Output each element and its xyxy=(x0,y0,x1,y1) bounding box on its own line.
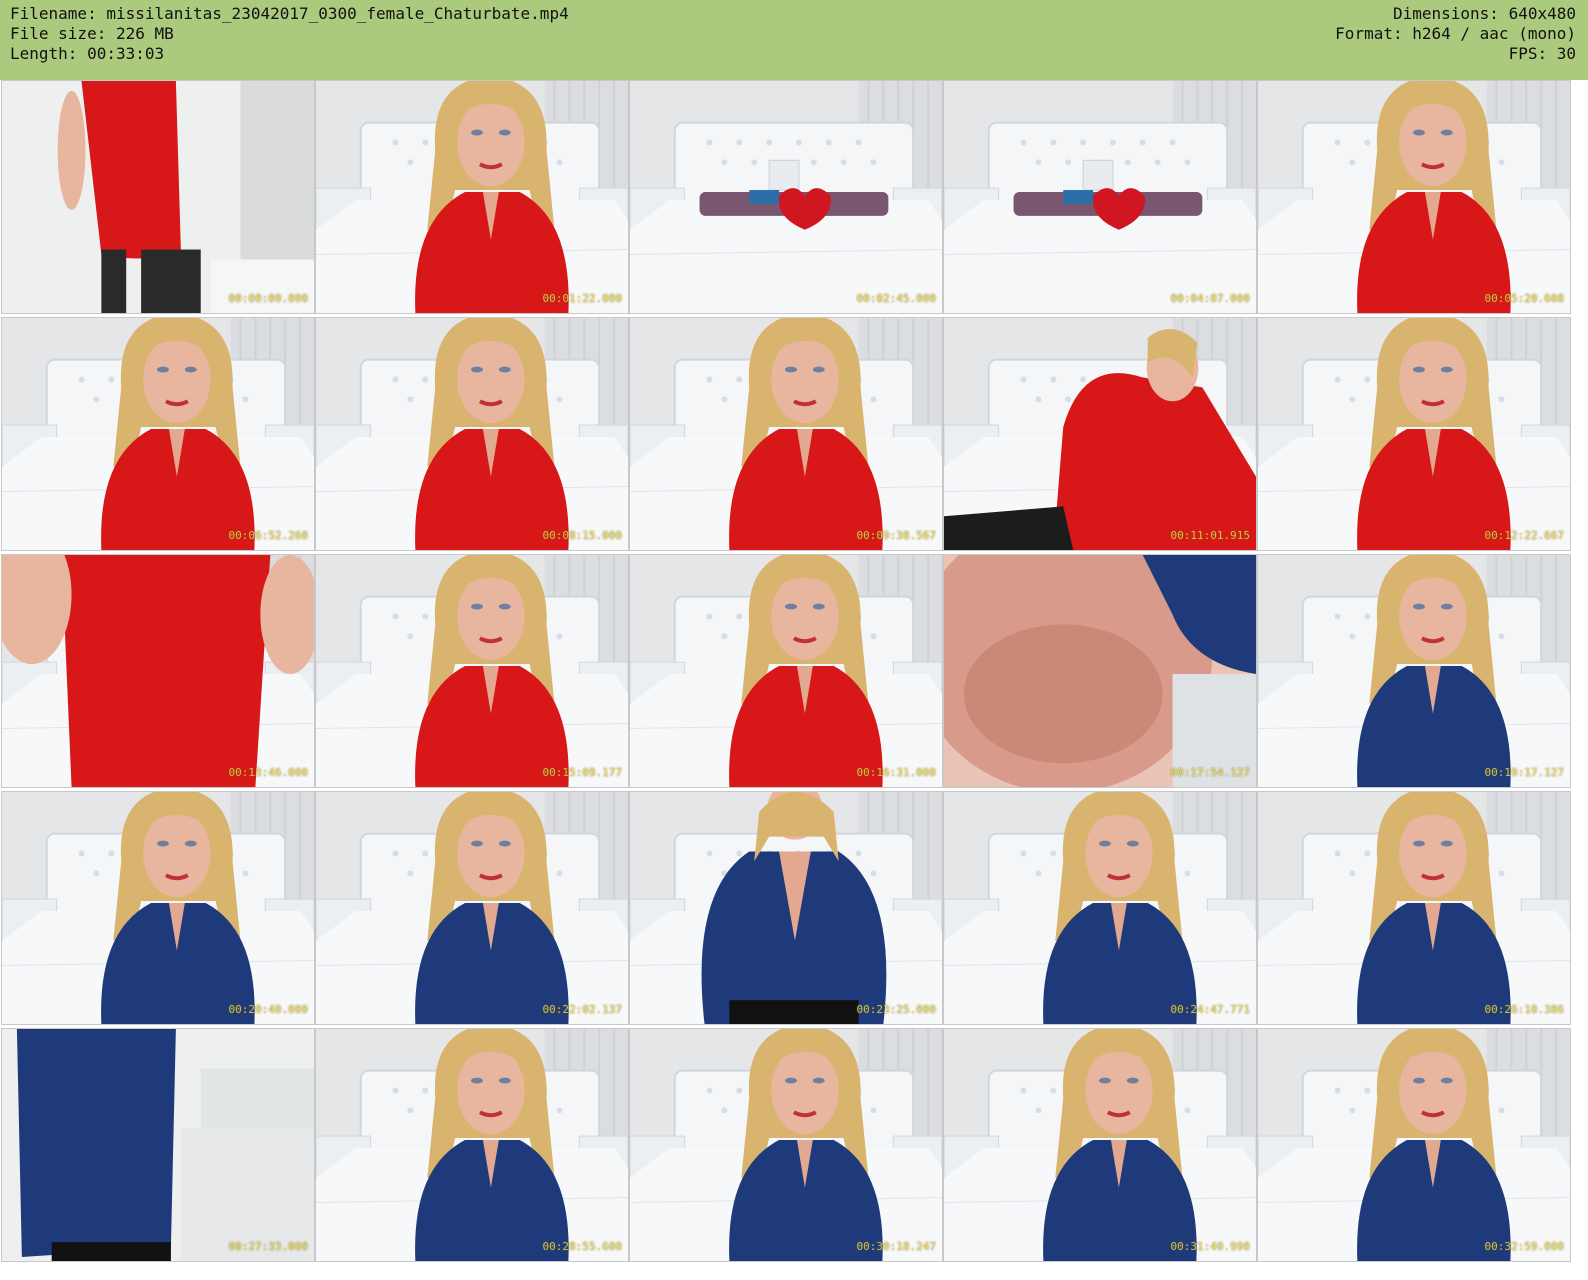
video-thumbnail: 00:28:55.600 xyxy=(315,1028,629,1262)
file-info-left: Filename: missilanitas_23042017_0300_fem… xyxy=(10,4,569,64)
thumbnail-timestamp: 00:13:46.000 xyxy=(228,766,308,779)
file-info-right: Dimensions: 640x480 Format: h264 / aac (… xyxy=(1335,4,1576,64)
video-thumbnail: 00:00:00.000 xyxy=(1,80,315,314)
video-thumbnail: 00:27:33.000 xyxy=(1,1028,315,1262)
thumbnail-timestamp: 00:15:09.177 xyxy=(542,766,622,779)
thumbnail-timestamp: 00:28:55.600 xyxy=(542,1240,622,1253)
filename-label: Filename: missilanitas_23042017_0300_fem… xyxy=(10,4,569,23)
thumbnail-frame-image xyxy=(2,792,314,1024)
video-thumbnail: 00:12:22.667 xyxy=(1257,317,1571,551)
thumbnail-timestamp: 00:09:38.567 xyxy=(856,529,936,542)
thumbnail-timestamp: 00:11:01.915 xyxy=(1170,529,1250,542)
video-thumbnail: 00:17:54.127 xyxy=(943,554,1257,788)
thumbnail-timestamp: 00:22:02.137 xyxy=(542,1003,622,1016)
thumbnail-frame-image xyxy=(630,555,942,787)
thumbnail-timestamp: 00:01:22.000 xyxy=(542,292,622,305)
thumbnail-timestamp: 00:20:40.000 xyxy=(228,1003,308,1016)
thumbnail-frame-image xyxy=(1258,318,1570,550)
video-thumbnail: 00:30:18.247 xyxy=(629,1028,943,1262)
thumbnail-timestamp: 00:00:00.000 xyxy=(228,292,308,305)
thumbnail-frame-image xyxy=(1258,1029,1570,1261)
thumbnail-timestamp: 00:23:25.000 xyxy=(856,1003,936,1016)
video-thumbnail: 00:32:59.000 xyxy=(1257,1028,1571,1262)
thumbnail-frame-image xyxy=(944,555,1256,787)
thumbnail-frame-image xyxy=(316,1029,628,1261)
thumbnail-grid: 00:00:00.000 00:01:22.000 00:02:45.000 0… xyxy=(0,80,1588,1280)
thumbnail-frame-image xyxy=(944,81,1256,313)
dimensions-label: Dimensions: 640x480 xyxy=(1392,4,1576,23)
filesize-label: File size: 226 MB xyxy=(10,24,174,43)
thumbnail-timestamp: 00:31:40.990 xyxy=(1170,1240,1250,1253)
video-thumbnail: 00:13:46.000 xyxy=(1,554,315,788)
thumbnail-frame-image xyxy=(630,81,942,313)
video-thumbnail: 00:02:45.000 xyxy=(629,80,943,314)
thumbnail-timestamp: 00:12:22.667 xyxy=(1484,529,1564,542)
thumbnail-frame-image xyxy=(630,1029,942,1261)
video-thumbnail: 00:04:07.000 xyxy=(943,80,1257,314)
thumbnail-frame-image xyxy=(316,81,628,313)
thumbnail-frame-image xyxy=(944,1029,1256,1261)
video-thumbnail: 00:05:20.608 xyxy=(1257,80,1571,314)
thumbnail-frame-image xyxy=(316,318,628,550)
thumbnail-timestamp: 00:17:54.127 xyxy=(1170,766,1250,779)
thumbnail-timestamp: 00:05:20.608 xyxy=(1484,292,1564,305)
thumbnail-timestamp: 00:24:47.771 xyxy=(1170,1003,1250,1016)
video-thumbnail: 00:09:38.567 xyxy=(629,317,943,551)
video-thumbnail: 00:16:31.000 xyxy=(629,554,943,788)
thumbnail-frame-image xyxy=(1258,792,1570,1024)
thumbnail-timestamp: 00:06:52.260 xyxy=(228,529,308,542)
thumbnail-timestamp: 00:02:45.000 xyxy=(856,292,936,305)
info-header: Filename: missilanitas_23042017_0300_fem… xyxy=(0,0,1588,80)
thumbnail-frame-image xyxy=(2,1029,314,1261)
video-thumbnail: 00:22:02.137 xyxy=(315,791,629,1025)
video-thumbnail: 00:20:40.000 xyxy=(1,791,315,1025)
thumbnail-frame-image xyxy=(630,318,942,550)
video-thumbnail: 00:11:01.915 xyxy=(943,317,1257,551)
video-thumbnail: 00:31:40.990 xyxy=(943,1028,1257,1262)
thumbnail-frame-image xyxy=(2,81,314,313)
thumbnail-frame-image xyxy=(2,555,314,787)
thumbnail-timestamp: 00:26:10.386 xyxy=(1484,1003,1564,1016)
video-thumbnail: 00:08:15.000 xyxy=(315,317,629,551)
format-label: Format: h264 / aac (mono) xyxy=(1335,24,1576,43)
thumbnail-timestamp: 00:32:59.000 xyxy=(1484,1240,1564,1253)
video-thumbnail: 00:15:09.177 xyxy=(315,554,629,788)
fps-label: FPS: 30 xyxy=(1508,44,1576,63)
thumbnail-frame-image xyxy=(1258,555,1570,787)
thumbnail-timestamp: 00:27:33.000 xyxy=(228,1240,308,1253)
thumbnail-frame-image xyxy=(316,792,628,1024)
video-thumbnail: 00:24:47.771 xyxy=(943,791,1257,1025)
thumbnail-frame-image xyxy=(1258,81,1570,313)
thumbnail-frame-image xyxy=(630,792,942,1024)
thumbnail-timestamp: 00:16:31.000 xyxy=(856,766,936,779)
thumbnail-frame-image xyxy=(944,318,1256,550)
video-thumbnail: 00:26:10.386 xyxy=(1257,791,1571,1025)
thumbnail-timestamp: 00:08:15.000 xyxy=(542,529,622,542)
video-thumbnail: 00:23:25.000 xyxy=(629,791,943,1025)
video-thumbnail: 00:06:52.260 xyxy=(1,317,315,551)
video-thumbnail: 00:01:22.000 xyxy=(315,80,629,314)
thumbnail-timestamp: 00:30:18.247 xyxy=(856,1240,936,1253)
thumbnail-timestamp: 00:04:07.000 xyxy=(1170,292,1250,305)
thumbnail-frame-image xyxy=(2,318,314,550)
length-label: Length: 00:33:03 xyxy=(10,44,165,63)
video-thumbnail: 00:19:17.127 xyxy=(1257,554,1571,788)
thumbnail-frame-image xyxy=(944,792,1256,1024)
thumbnail-frame-image xyxy=(316,555,628,787)
thumbnail-timestamp: 00:19:17.127 xyxy=(1484,766,1564,779)
